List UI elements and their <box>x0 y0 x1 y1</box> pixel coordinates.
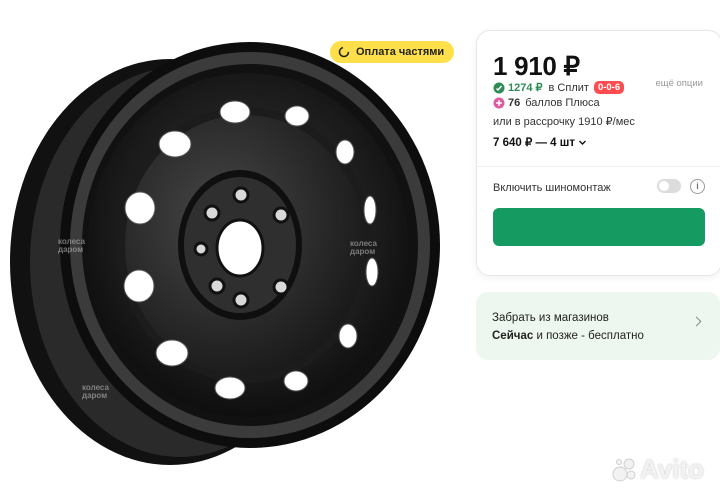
watermark: колеса даром <box>350 239 377 256</box>
buy-button[interactable] <box>493 208 705 246</box>
pickup-now: Сейчас <box>492 330 534 342</box>
installment-text: или в рассрочку 1910 ₽/мес <box>493 116 635 128</box>
more-options-link[interactable]: ещё опции <box>655 78 703 89</box>
pickup-title: Забрать из магазинов <box>492 312 609 324</box>
chevron-right-icon <box>691 316 702 327</box>
installment-icon <box>338 46 350 58</box>
divider <box>477 166 720 167</box>
avito-logo: Avito <box>612 454 704 485</box>
info-icon[interactable]: i <box>690 179 705 194</box>
tire-fitting-toggle[interactable] <box>657 179 681 193</box>
installment-badge[interactable]: Оплата частями <box>330 41 455 63</box>
bulk-price-selector[interactable]: 7 640 ₽ — 4 шт <box>493 135 587 149</box>
pickup-availability: Сейчас и позже - бесплатно <box>492 330 644 342</box>
chevron-down-icon <box>579 140 586 145</box>
tire-fitting-label: Включить шиномонтаж <box>493 182 611 194</box>
plus-text: баллов Плюса <box>525 97 600 109</box>
pickup-card[interactable]: Забрать из магазинов Сейчас и позже - бе… <box>476 292 720 360</box>
avito-dots-icon <box>612 458 636 481</box>
watermark: колеса даром <box>82 383 109 400</box>
plus-points: 76 <box>508 97 521 109</box>
avito-wordmark: Avito <box>640 454 705 484</box>
split-tag: 0-0-6 <box>593 81 625 94</box>
split-text: в Сплит <box>548 81 589 94</box>
price: 1 910 ₽ <box>493 51 580 81</box>
toggle-knob <box>659 181 669 191</box>
watermark: колеса даром <box>58 237 85 254</box>
bulk-price: 7 640 ₽ — 4 шт <box>493 137 575 149</box>
split-price: 1274 ₽ <box>508 82 543 94</box>
split-icon <box>493 82 505 93</box>
plus-points-row: 76 баллов Плюса <box>493 97 600 109</box>
split-payment-row[interactable]: 1274 ₽ в Сплит 0-0-6 <box>493 81 625 94</box>
product-photo[interactable]: колеса даром колеса даром колеса даром Опла… <box>0 0 470 496</box>
pickup-later: и позже - бесплатно <box>536 330 644 342</box>
badge-label: Оплата частями <box>356 46 445 58</box>
plus-icon <box>493 97 505 109</box>
price-card: 1 910 ₽ ещё опции 1274 ₽ в Сплит 0-0-6 7… <box>476 30 720 276</box>
